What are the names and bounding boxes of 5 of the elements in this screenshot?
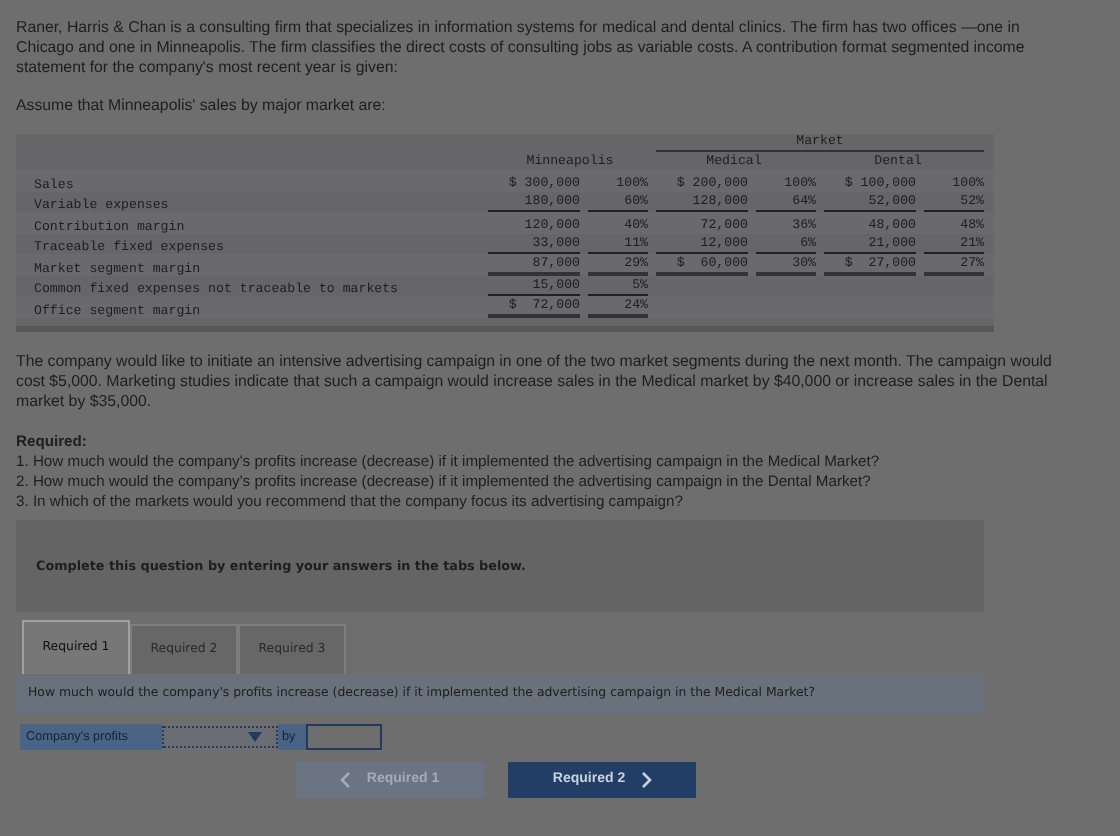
dropdown-field[interactable]: [162, 725, 278, 747]
chevron-right-icon: [641, 771, 652, 787]
chevron-left-icon: [340, 771, 351, 787]
amount-input-field[interactable]: [306, 723, 382, 749]
dropdown-arrow-icon: [248, 731, 262, 741]
